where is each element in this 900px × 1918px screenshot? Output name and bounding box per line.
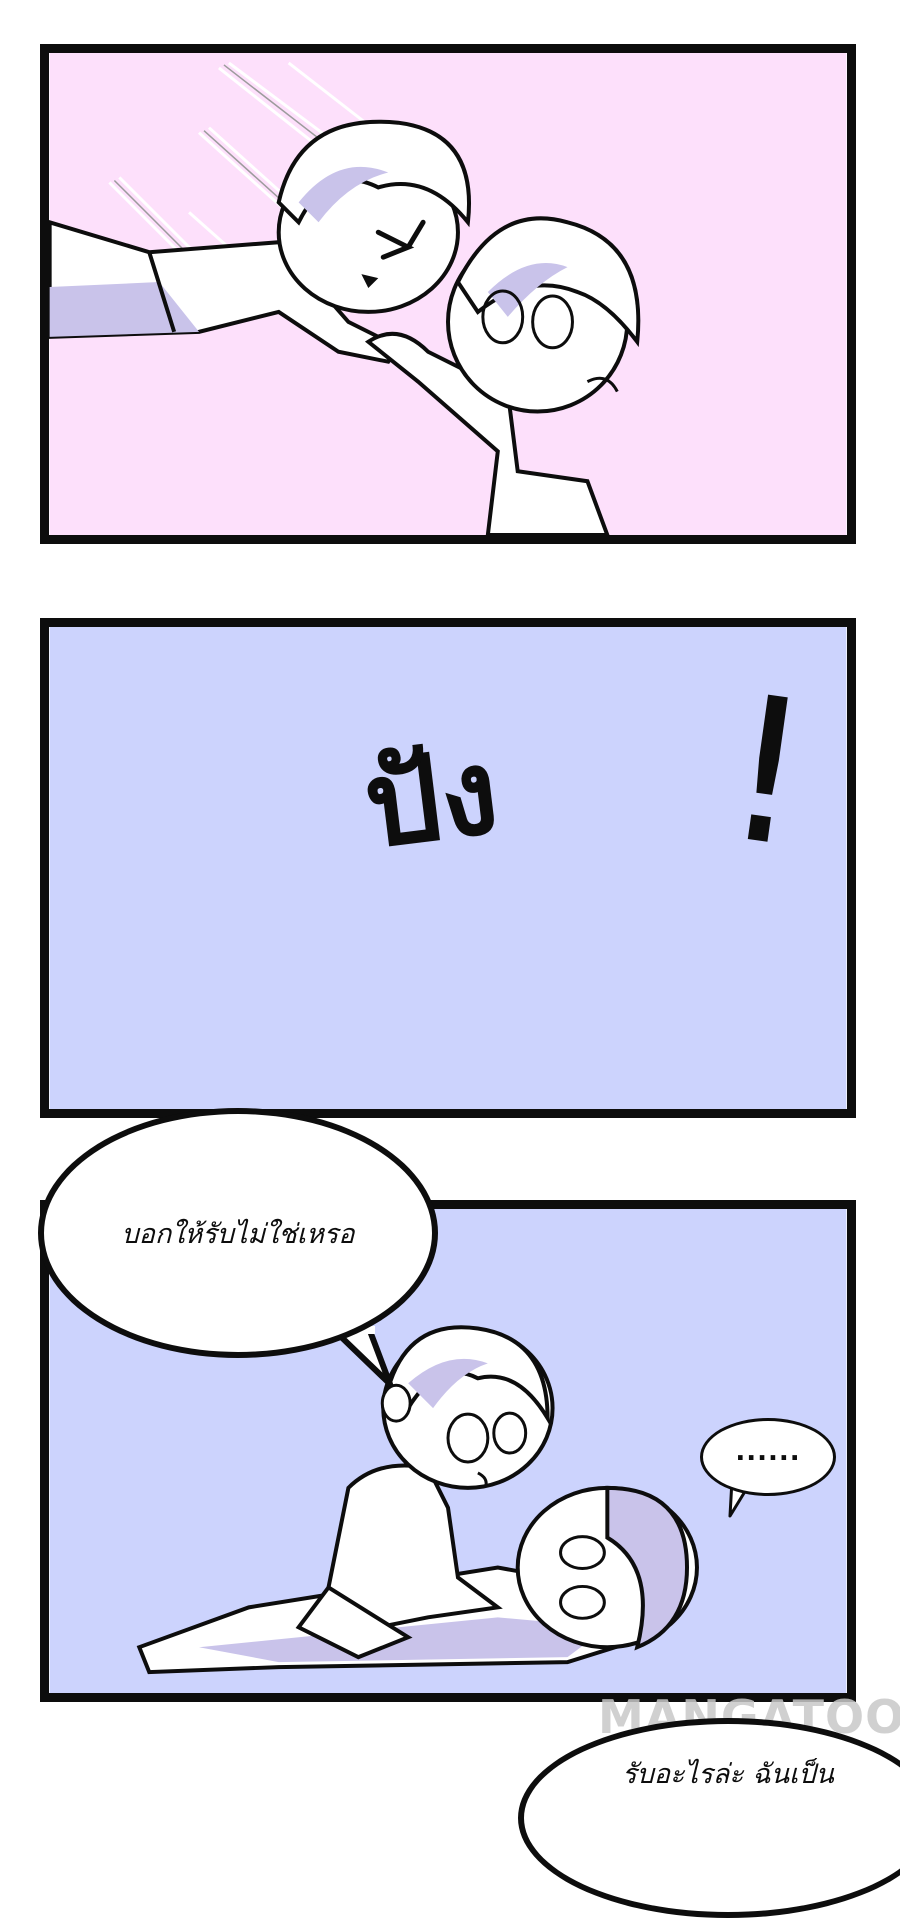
speech-text-next: รับอะไรล่ะ ฉันเป็น (622, 1758, 834, 1790)
speech-bubble-main: บอกให้รับไม่ใช่เหรอ (38, 1108, 438, 1358)
panel-1-illustration (49, 53, 847, 535)
speech-bubble-small: ...... (700, 1418, 836, 1496)
speech-text-ellipsis: ...... (735, 1437, 801, 1467)
sound-effect-word: ปัง (357, 721, 506, 875)
comic-panel-2: ปัง ! (40, 618, 856, 1118)
comic-panel-1 (40, 44, 856, 544)
speech-bubble-next: รับอะไรล่ะ ฉันเป็น (518, 1718, 900, 1918)
speech-text-main: บอกให้รับไม่ใช่เหรอ (121, 1218, 355, 1250)
